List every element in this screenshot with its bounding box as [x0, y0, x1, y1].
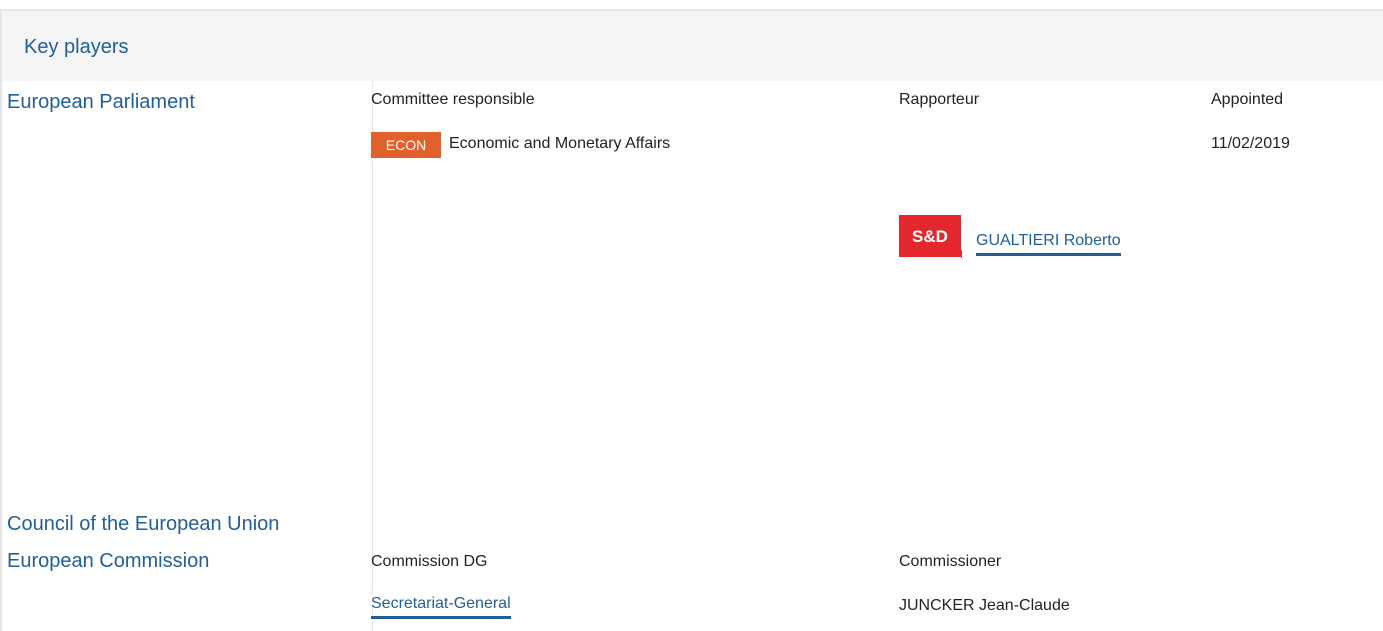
commissioner-header: Commissioner — [899, 553, 1002, 570]
committee-badge: ECON — [371, 132, 441, 158]
appointed-date: 11/02/2019 — [1211, 135, 1290, 152]
institution-european-parliament[interactable]: European Parliament — [7, 91, 195, 114]
committee-responsible-header: Committee responsible — [371, 91, 535, 108]
institution-council[interactable]: Council of the European Union — [7, 513, 279, 536]
key-players-panel: Key players European Parliament Committe… — [0, 0, 1383, 631]
logo-tick — [961, 250, 962, 258]
institution-european-commission[interactable]: European Commission — [7, 550, 209, 573]
commissioner-name: JUNCKER Jean-Claude — [899, 597, 1070, 614]
commission-dg-header: Commission DG — [371, 553, 488, 570]
column-divider — [372, 81, 373, 631]
committee-name: Economic and Monetary Affairs — [449, 135, 671, 152]
rapporteur-link[interactable]: GUALTIERI Roberto — [976, 232, 1121, 256]
commission-dg-link[interactable]: Secretariat-General — [371, 595, 511, 619]
rapporteur-header: Rapporteur — [899, 91, 980, 108]
section-header: Key players — [0, 9, 1383, 81]
political-group-logo-text: S&D — [912, 227, 948, 246]
appointed-header: Appointed — [1211, 91, 1284, 108]
section-title: Key players — [24, 36, 129, 58]
left-border — [0, 81, 2, 631]
political-group-logo: S&D — [899, 215, 961, 257]
